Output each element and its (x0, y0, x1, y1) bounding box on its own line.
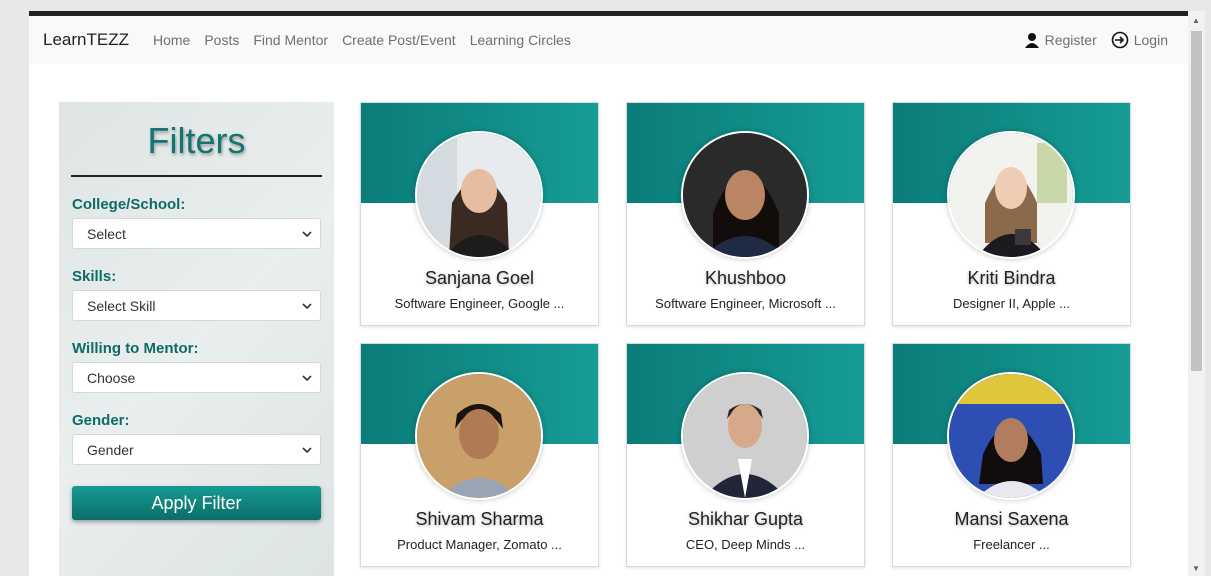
nav-link-learning-circles[interactable]: Learning Circles (470, 32, 571, 48)
nav-link-posts[interactable]: Posts (204, 32, 239, 48)
avatar (681, 372, 809, 500)
college-select[interactable]: Select (72, 218, 321, 249)
college-select-value: Select (87, 225, 126, 242)
mentor-card[interactable]: Shikhar Gupta CEO, Deep Minds ... (626, 343, 865, 567)
avatar (947, 131, 1075, 259)
nav-link-home[interactable]: Home (153, 32, 190, 48)
mentor-card[interactable]: Mansi Saxena Freelancer ... (892, 343, 1131, 567)
brand-logo[interactable]: LearnTEZZ (43, 30, 129, 50)
avatar (415, 372, 543, 500)
avatar (947, 372, 1075, 500)
chevron-down-icon (302, 374, 312, 381)
mentor-card[interactable]: Sanjana Goel Software Engineer, Google .… (360, 102, 599, 326)
mentor-select[interactable]: Choose (72, 362, 321, 393)
scroll-down-arrow-icon[interactable]: ▼ (1192, 564, 1200, 573)
mentor-select-value: Choose (87, 369, 136, 386)
filter-gender: Gender: Gender (72, 412, 321, 465)
login-icon (1111, 31, 1129, 49)
navbar: LearnTEZZ Home Posts Find Mentor Create … (29, 16, 1188, 64)
filter-college-label: College/School: (72, 196, 186, 213)
mentor-name: Sanjana Goel (424, 268, 535, 288)
mentor-role: Product Manager, Zomato ... (397, 537, 562, 552)
login-label: Login (1133, 32, 1168, 48)
mentor-role: CEO, Deep Minds ... (685, 537, 806, 552)
filter-willing-to-mentor: Willing to Mentor: Choose (72, 340, 321, 393)
skills-select-value: Select Skill (87, 297, 156, 314)
mentor-name: Shikhar Gupta (687, 509, 804, 529)
mentor-role: Software Engineer, Google ... (394, 296, 565, 311)
filter-gender-label: Gender: (72, 412, 130, 429)
mentor-role: Designer II, Apple ... (952, 296, 1071, 311)
filters-sidebar: Filters College/School: Select Skills: S… (59, 102, 334, 576)
gender-select-value: Gender (87, 441, 134, 458)
mentor-card[interactable]: Shivam Sharma Product Manager, Zomato ..… (360, 343, 599, 567)
user-icon (1024, 33, 1039, 48)
apply-filter-button[interactable]: Apply Filter (72, 486, 321, 520)
scroll-up-arrow-icon[interactable]: ▲ (1192, 16, 1200, 25)
mentor-name: Kriti Bindra (967, 268, 1056, 288)
page-scrollbar[interactable]: ▲ ▼ (1188, 11, 1205, 576)
filter-college: College/School: Select (72, 196, 321, 249)
nav-link-find-mentor[interactable]: Find Mentor (253, 32, 328, 48)
avatar (415, 131, 543, 259)
mentor-card[interactable]: Kriti Bindra Designer II, Apple ... (892, 102, 1131, 326)
register-link[interactable]: Register (1024, 32, 1097, 48)
nav-auth: Register Login (1010, 31, 1168, 49)
filters-title: Filters (147, 120, 246, 161)
filter-skills-label: Skills: (72, 268, 117, 285)
nav-link-create-post-event[interactable]: Create Post/Event (342, 32, 456, 48)
skills-select[interactable]: Select Skill (72, 290, 321, 321)
mentor-role: Software Engineer, Microsoft ... (655, 296, 836, 311)
mentor-name: Shivam Sharma (415, 509, 544, 529)
mentor-role: Freelancer ... (973, 537, 1050, 552)
register-label: Register (1044, 32, 1097, 48)
filters-divider (71, 175, 322, 177)
chevron-down-icon (302, 230, 312, 237)
mentor-name: Khushboo (704, 268, 787, 288)
filter-skills: Skills: Select Skill (72, 268, 321, 321)
scrollbar-thumb[interactable] (1191, 31, 1202, 371)
chevron-down-icon (302, 302, 312, 309)
login-link[interactable]: Login (1111, 31, 1168, 49)
mentor-name: Mansi Saxena (954, 509, 1069, 529)
mentor-card[interactable]: Khushboo Software Engineer, Microsoft ..… (626, 102, 865, 326)
filter-mentor-label: Willing to Mentor: (72, 340, 199, 357)
gender-select[interactable]: Gender (72, 434, 321, 465)
avatar (681, 131, 809, 259)
browser-viewport: LearnTEZZ Home Posts Find Mentor Create … (29, 11, 1188, 576)
chevron-down-icon (302, 446, 312, 453)
